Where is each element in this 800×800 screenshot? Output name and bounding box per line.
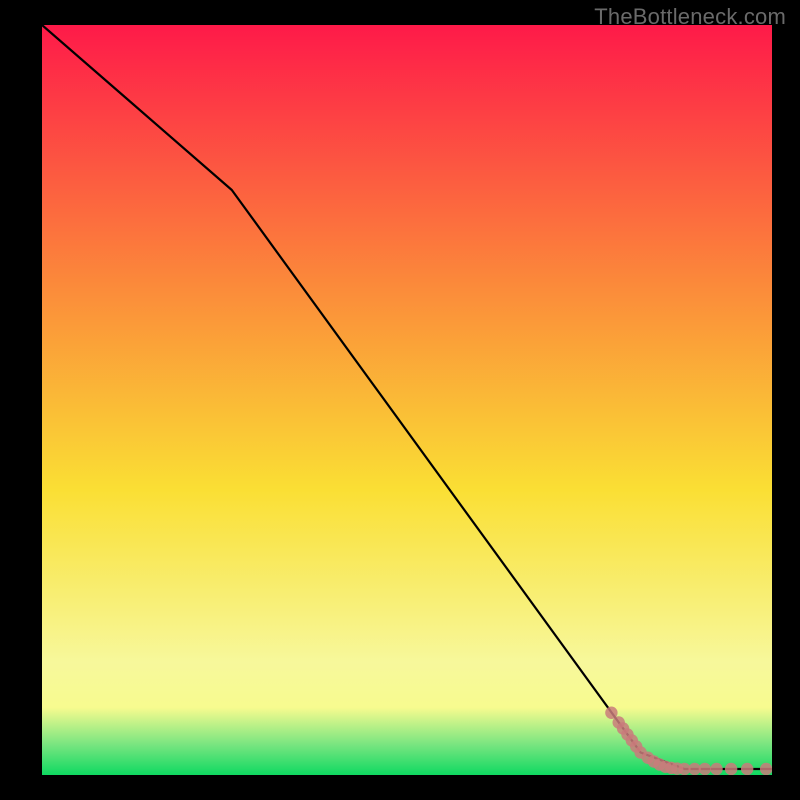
data-point-marker xyxy=(699,763,711,775)
gradient-background xyxy=(42,25,772,775)
data-point-marker xyxy=(741,763,753,775)
data-point-marker xyxy=(760,763,772,775)
bottleneck-chart xyxy=(42,25,772,775)
data-point-marker xyxy=(725,763,737,775)
data-point-marker xyxy=(710,763,722,775)
chart-frame: TheBottleneck.com xyxy=(0,0,800,800)
